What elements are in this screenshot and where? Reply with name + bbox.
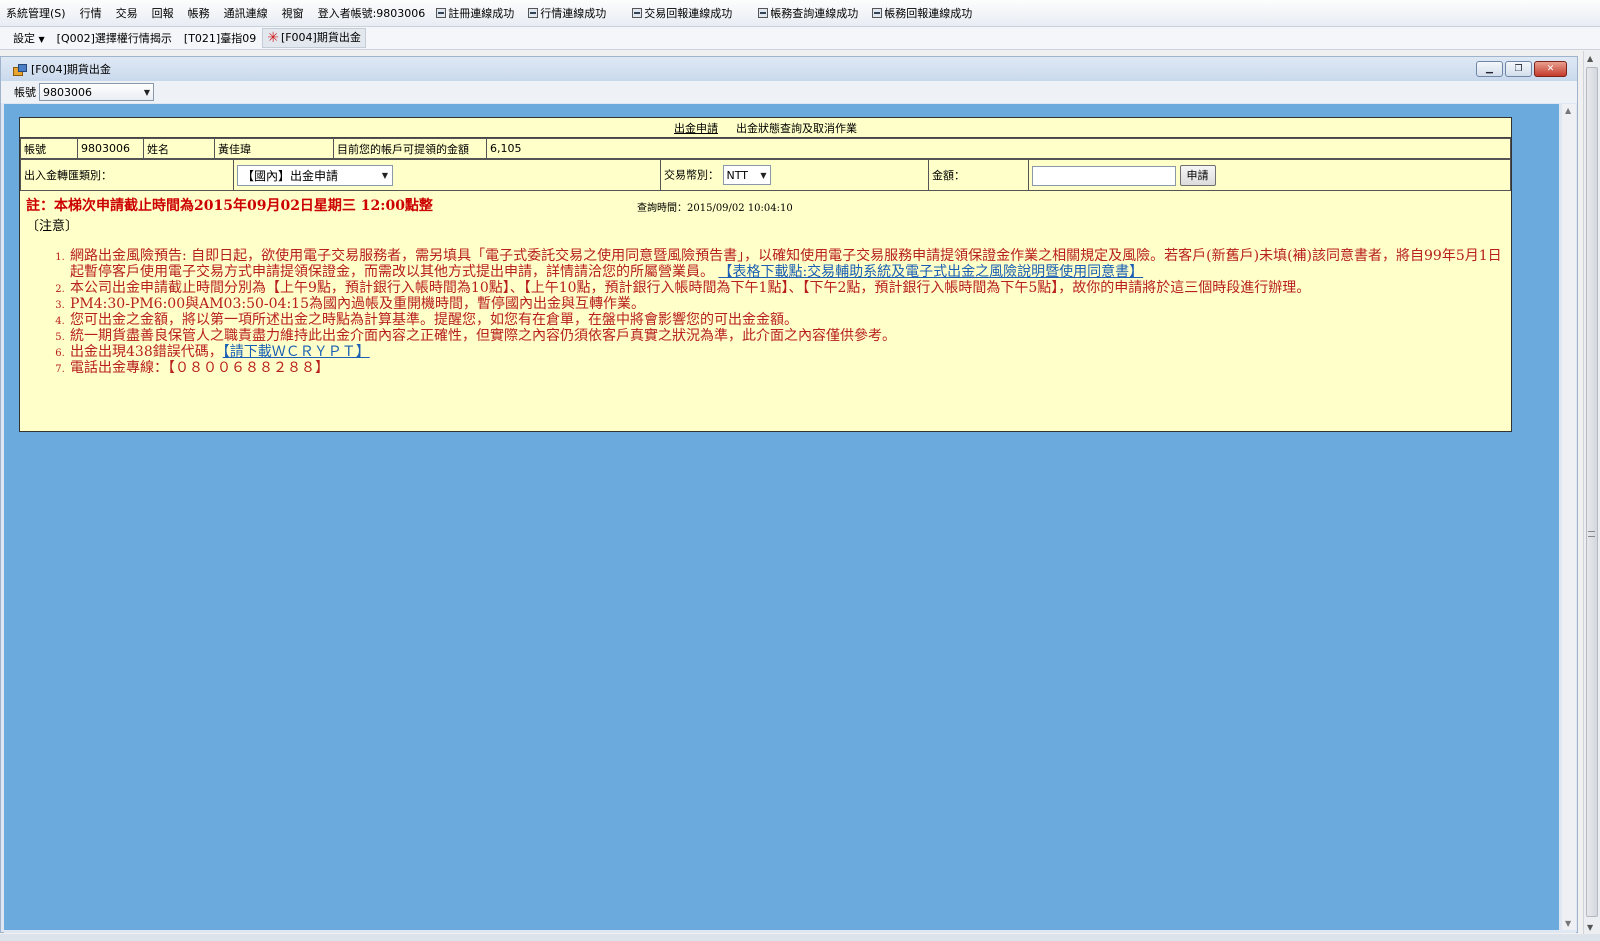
notes-list: 網路出金風險預告: 自即日起，欲使用電子交易服務者，需另填具「電子式委託交易之使… — [26, 248, 1505, 376]
window-controls: ▁ ❐ ✕ — [1476, 61, 1567, 77]
list-item: 出金出現438錯誤代碼，【請下載ＷＣＲＹＰＴ】 — [68, 344, 1505, 360]
close-button[interactable]: ✕ — [1534, 61, 1567, 77]
tab-withdraw-request[interactable]: 出金申請 — [674, 120, 718, 136]
caution-heading: 〔注意〕 — [26, 219, 79, 234]
list-item: 統一期貨盡善良保管人之職責盡力維持此出金介面內容之正確性，但實際之內容仍須依客戶… — [68, 328, 1505, 344]
info-withdrawable: 6,105 — [486, 138, 1511, 159]
amount-label: 金額： — [928, 159, 1029, 191]
inner-scrollbar[interactable]: ▲ ▼ — [1562, 104, 1576, 930]
login-account: 登入者帳號:9803006 — [317, 7, 426, 20]
type-label: 出入金轉匯類別： — [20, 159, 234, 191]
chevron-down-icon: ▼ — [38, 35, 45, 44]
connection-icon — [758, 8, 769, 18]
connection-icon — [528, 8, 539, 18]
toolbar-tab-f004[interactable]: ✳ [F004]期貨出金 — [262, 28, 366, 48]
connection-icon — [436, 8, 447, 18]
info-account: 9803006 — [77, 138, 144, 159]
notice-area: 註：本梯次申請截止時間為2015年09月02日星期三 12:00點整 查詢時間：… — [20, 191, 1511, 376]
settings-dropdown[interactable]: 設定 ▼ — [0, 30, 51, 46]
scroll-up-icon[interactable]: ▲ — [1565, 106, 1571, 115]
list-item: 您可出金之金額，將以第一項所述出金之時點為計算基準。提醒您，如您有在倉單，在盤中… — [68, 312, 1505, 328]
menu-system[interactable]: 系統管理(S) — [0, 5, 73, 21]
menu-connection[interactable]: 通訊連線 — [217, 5, 275, 21]
wcrypt-download-link[interactable]: 【請下載ＷＣＲＹＰＴ】 — [223, 344, 370, 360]
window-icon — [13, 63, 27, 76]
window-title: [F004]期貨出金 — [31, 63, 111, 76]
scroll-down-icon[interactable]: ▼ — [1565, 919, 1571, 928]
form-download-link[interactable]: 【表格下載點:交易輔助系統及電子式出金之風險說明暨使用同意書】 — [718, 264, 1143, 280]
info-name-label: 姓名 — [143, 138, 215, 159]
mdi-scrollbar[interactable]: ▲ ▼ — [1583, 51, 1600, 934]
currency-cell: 交易幣別： NTT ▼ — [660, 159, 929, 191]
client-area: 出金申請 出金狀態查詢及取消作業 帳號 9803006 姓名 黃佳瑋 目前您的帳… — [4, 104, 1559, 930]
scroll-thumb[interactable] — [1586, 67, 1598, 917]
panel-tabs: 出金申請 出金狀態查詢及取消作業 — [20, 118, 1511, 138]
list-item: PM4:30-PM6:00與AM03:50-04:15為國內過帳及重開機時間，暫… — [68, 296, 1505, 312]
account-label: 帳號 — [14, 86, 36, 99]
account-select[interactable]: 9803006 ▼ — [39, 83, 154, 101]
list-item: 本公司出金申請截止時間分別為【上午9點，預計銀行入帳時間為10點】、【上午10點… — [68, 280, 1505, 296]
withdrawal-panel: 出金申請 出金狀態查詢及取消作業 帳號 9803006 姓名 黃佳瑋 目前您的帳… — [19, 117, 1512, 432]
transfer-type-select[interactable]: 【國內】出金申請 ▼ — [237, 164, 393, 186]
chevron-down-icon: ▼ — [760, 170, 767, 180]
window-titlebar: [F004]期貨出金 ▁ ❐ ✕ — [1, 57, 1577, 81]
info-account-label: 帳號 — [20, 138, 78, 159]
amount-input[interactable] — [1032, 165, 1176, 186]
connection-icon — [872, 8, 883, 18]
amount-cell: 申請 — [1028, 159, 1511, 191]
menu-window[interactable]: 視窗 — [275, 5, 311, 21]
apply-button[interactable]: 申請 — [1179, 164, 1216, 186]
menu-trade[interactable]: 交易 — [109, 5, 145, 21]
toolbar-tab-t021[interactable]: [T021]臺指09 — [178, 30, 262, 46]
list-item: 網路出金風險預告: 自即日起，欲使用電子交易服務者，需另填具「電子式委託交易之使… — [68, 248, 1505, 280]
star-icon: ✳ — [267, 30, 279, 46]
connection-icon — [632, 8, 643, 18]
info-name: 黃佳瑋 — [214, 138, 334, 159]
account-info-table: 帳號 9803006 姓名 黃佳瑋 目前您的帳戶可提領的金額 6,105 — [20, 138, 1511, 159]
status-account-report: 帳務回報連線成功 — [872, 5, 972, 21]
withdrawal-window: [F004]期貨出金 ▁ ❐ ✕ 帳號 9803006 ▼ 出金申請 出金狀態查… — [0, 56, 1578, 933]
tab-status-query[interactable]: 出金狀態查詢及取消作業 — [736, 120, 857, 136]
status-strip — [0, 934, 1600, 941]
status-quotes: 行情連線成功 — [528, 5, 606, 21]
toolbar-tab-q002[interactable]: [Q002]選擇權行情揭示 — [51, 30, 178, 46]
minimize-button[interactable]: ▁ — [1476, 61, 1503, 77]
currency-select[interactable]: NTT ▼ — [722, 165, 771, 185]
chevron-down-icon: ▼ — [143, 87, 150, 97]
restore-button[interactable]: ❐ — [1505, 61, 1532, 77]
account-bar: 帳號 9803006 ▼ — [1, 81, 1577, 103]
query-time: 查詢時間：2015/09/02 10:04:10 — [637, 203, 793, 214]
chevron-down-icon: ▼ — [381, 170, 388, 180]
scroll-grip-icon — [1588, 531, 1595, 537]
info-withdrawable-label: 目前您的帳戶可提領的金額 — [333, 138, 487, 159]
status-trade-report: 交易回報連線成功 — [632, 5, 732, 21]
menu-quotes[interactable]: 行情 — [73, 5, 109, 21]
type-cell: 【國內】出金申請 ▼ — [233, 159, 661, 191]
list-item: 電話出金專線：【０８００６８８２８８】 — [68, 360, 1505, 376]
scroll-down-icon[interactable]: ▼ — [1587, 923, 1593, 932]
status-register: 註冊連線成功 — [436, 5, 514, 21]
toolbar: 設定 ▼ [Q002]選擇權行情揭示 [T021]臺指09 ✳ [F004]期貨出… — [0, 27, 1600, 50]
menu-accounts[interactable]: 帳務 — [181, 5, 217, 21]
scroll-up-icon[interactable]: ▲ — [1587, 54, 1593, 63]
request-table: 出入金轉匯類別： 【國內】出金申請 ▼ 交易幣別： NTT ▼ 金額： 申請 — [20, 159, 1511, 191]
window-bottom-edge — [4, 930, 1576, 933]
menu-bar: 系統管理(S) 行情 交易 回報 帳務 通訊連線 視窗 登入者帳號:980300… — [0, 0, 1600, 27]
menu-reports[interactable]: 回報 — [145, 5, 181, 21]
status-account-query: 帳務查詢連線成功 — [758, 5, 858, 21]
currency-label: 交易幣別： — [664, 168, 719, 182]
